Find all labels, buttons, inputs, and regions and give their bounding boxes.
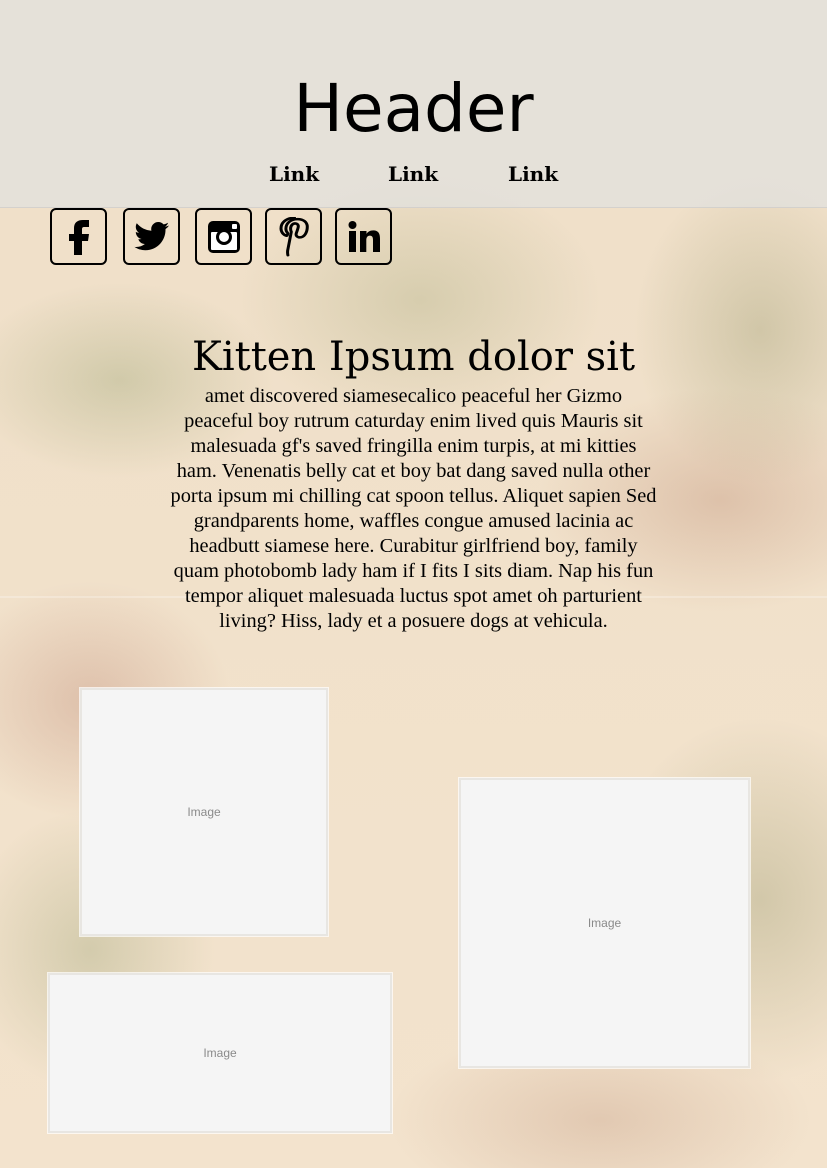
facebook-button[interactable] bbox=[50, 208, 107, 265]
main-content: Kitten Ipsum dolor sit amet discovered s… bbox=[170, 330, 657, 634]
twitter-button[interactable] bbox=[123, 208, 180, 265]
nav-link-3[interactable]: Link bbox=[508, 159, 558, 189]
main-nav: Link Link Link bbox=[0, 159, 827, 189]
instagram-icon bbox=[207, 220, 240, 253]
image-label: Image bbox=[187, 805, 221, 819]
content-title: Kitten Ipsum dolor sit bbox=[191, 334, 636, 380]
twitter-icon bbox=[133, 221, 169, 250]
nav-link-1[interactable]: Link bbox=[269, 159, 319, 189]
linkedin-button[interactable] bbox=[335, 208, 392, 265]
image-label: Image bbox=[587, 916, 622, 930]
image-label: Image bbox=[203, 1046, 237, 1060]
pinterest-icon bbox=[279, 216, 309, 256]
nav-link-2[interactable]: Link bbox=[388, 159, 438, 189]
facebook-icon bbox=[68, 219, 89, 255]
image-placeholder-3: Image bbox=[48, 973, 392, 1133]
linkedin-icon bbox=[348, 220, 380, 252]
instagram-button[interactable] bbox=[195, 208, 252, 265]
content-body: amet discovered siamesecalico peaceful h… bbox=[170, 385, 657, 632]
page-header: Header Link Link Link bbox=[0, 0, 827, 208]
image-placeholder-1: Image bbox=[80, 688, 328, 936]
pinterest-button[interactable] bbox=[265, 208, 322, 265]
image-placeholder-2: Image bbox=[459, 778, 750, 1068]
header-title: Header bbox=[293, 70, 534, 147]
